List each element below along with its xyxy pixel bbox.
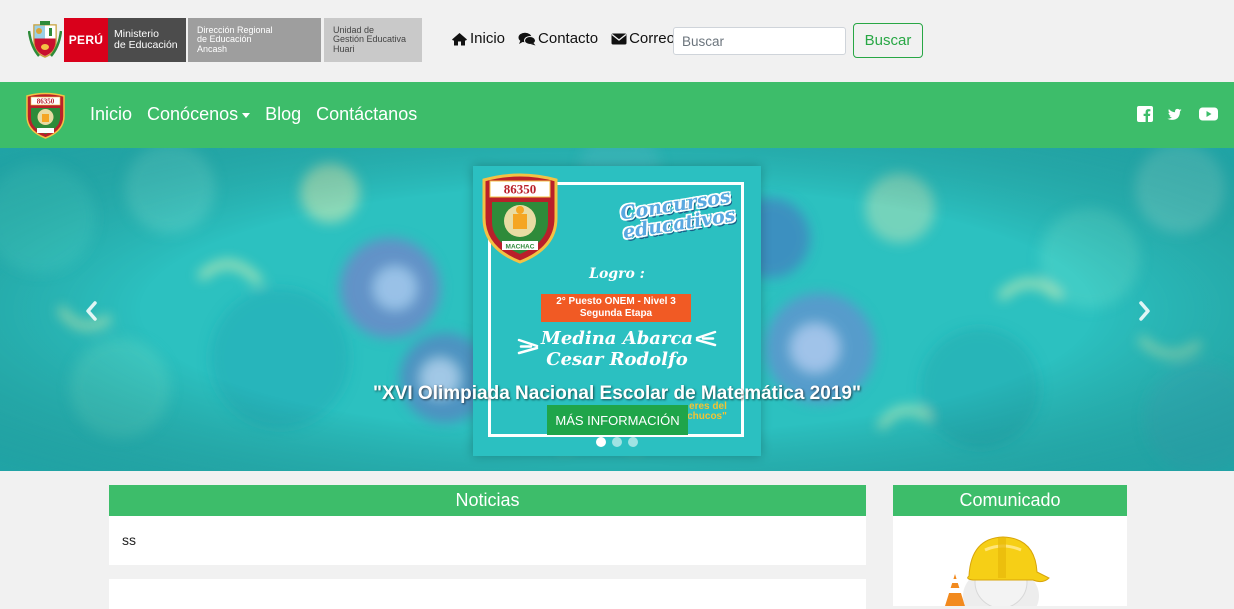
carousel-indicators (596, 437, 644, 447)
carousel-indicator[interactable] (628, 437, 638, 447)
poster-puesto-box: 2° Puesto ONEM - Nivel 3 Segunda Etapa (541, 294, 691, 322)
news-card[interactable]: ss (109, 516, 866, 565)
comunicado-panel (893, 516, 1127, 606)
nav-menu: Inicio Conócenos Blog Contáctanos (90, 104, 432, 125)
nav-item-blog[interactable]: Blog (265, 104, 301, 125)
home-icon (452, 32, 467, 45)
top-link-contacto[interactable]: Contacto (518, 30, 598, 47)
ministerio-label: Ministerio de Educación (108, 18, 186, 62)
nav-logo-number: 86350 (37, 98, 55, 106)
poster-logro-label: Logro : (589, 266, 645, 282)
noticias-header: Noticias (109, 485, 866, 516)
main-navbar: 86350 Inicio Conócenos Blog Contáctanos (0, 82, 1234, 148)
carousel-prev-arrow[interactable] (82, 300, 102, 322)
peru-label: PERÚ (64, 18, 108, 62)
hero-carousel[interactable]: 86350 MACHAC Concursos educativos Logro … (0, 148, 1234, 471)
top-links: Inicio Contacto Correo (451, 30, 688, 47)
search-input[interactable] (673, 27, 846, 55)
svg-text:MACHAC: MACHAC (506, 244, 535, 251)
school-badge-logo[interactable]: 86350 (24, 92, 67, 139)
ugel-label: Unidad de Gestión Educativa Huari (324, 18, 422, 62)
svg-text:86350: 86350 (504, 182, 537, 197)
nav-item-inicio[interactable]: Inicio (90, 104, 132, 125)
caret-down-icon (242, 113, 251, 118)
carousel-indicator[interactable] (596, 437, 606, 447)
dre-label: Dirección Regional de Educación Ancash (188, 18, 321, 62)
comunicado-header: Comunicado (893, 485, 1127, 516)
news-item-text: ss (122, 532, 136, 548)
school-badge-icon: 86350 MACHAC (482, 173, 558, 264)
twitter-icon[interactable] (1167, 106, 1185, 122)
envelope-icon (611, 33, 627, 44)
top-link-inicio[interactable]: Inicio (451, 30, 505, 47)
peru-coat-of-arms-icon (26, 18, 64, 62)
mas-informacion-button[interactable]: MÁS INFORMACIÓN (547, 405, 688, 435)
social-links (1123, 106, 1218, 122)
poster-student-name-line1: Medina Abarca (540, 328, 694, 349)
nav-item-conocenos-dropdown[interactable]: Conócenos (147, 104, 251, 125)
search-button[interactable]: Buscar (853, 23, 923, 58)
minedu-logo-banner[interactable]: PERÚ Ministerio de Educación Dirección Re… (26, 18, 422, 62)
top-bar: PERÚ Ministerio de Educación Dirección Re… (0, 0, 1234, 82)
construction-worker-image (945, 536, 1050, 606)
comments-icon (518, 32, 537, 45)
slide-caption: "XVI Olimpiada Nacional Escolar de Matem… (373, 383, 861, 404)
nav-item-contactanos[interactable]: Contáctanos (316, 104, 417, 125)
news-card[interactable] (109, 579, 866, 609)
youtube-icon[interactable] (1199, 106, 1218, 122)
carousel-indicator[interactable] (612, 437, 622, 447)
carousel-next-arrow[interactable] (1134, 300, 1154, 322)
poster-student-name-line2: Cesar Rodolfo (546, 349, 688, 370)
top-link-correo[interactable]: Correo (611, 30, 675, 47)
facebook-icon[interactable] (1137, 106, 1153, 122)
